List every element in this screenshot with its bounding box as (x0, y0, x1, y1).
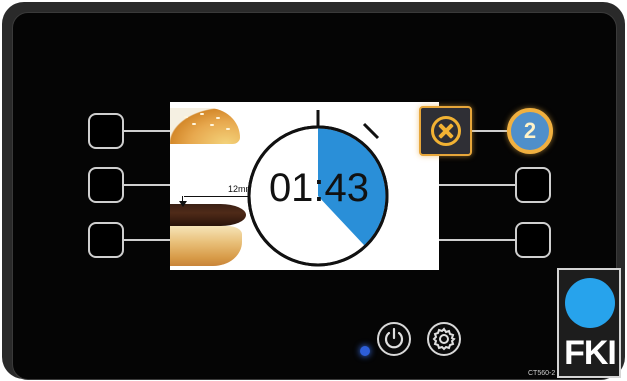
burger-bun-bottom-image (170, 226, 242, 266)
left-connector-1 (124, 130, 170, 132)
left-button-3[interactable] (88, 222, 124, 258)
burger-patty-image (170, 204, 246, 226)
gear-icon (432, 327, 456, 351)
thickness-arrow-icon (179, 201, 187, 207)
brand-logo: FKI (557, 268, 621, 378)
settings-button[interactable] (427, 322, 461, 356)
left-button-1[interactable] (88, 113, 124, 149)
right-connector-1 (472, 130, 508, 132)
model-label: CT560-2 (528, 370, 556, 377)
right-connector-2 (439, 184, 515, 186)
right-button-3[interactable] (515, 222, 551, 258)
burger-bun-top-image (170, 108, 240, 144)
left-connector-3 (124, 239, 170, 241)
left-button-2[interactable] (88, 167, 124, 203)
logo-circle (565, 278, 615, 328)
status-led (360, 346, 370, 356)
logo-text: FKI (564, 334, 617, 372)
power-icon (384, 327, 404, 349)
right-button-2[interactable] (515, 167, 551, 203)
cancel-button[interactable] (419, 106, 472, 156)
step-number-badge[interactable]: 2 (507, 108, 553, 154)
left-connector-2 (124, 184, 170, 186)
power-button[interactable] (377, 322, 411, 356)
stopwatch-button (362, 122, 380, 140)
right-connector-3 (439, 239, 515, 241)
timer-display: 01:43 (268, 166, 370, 210)
